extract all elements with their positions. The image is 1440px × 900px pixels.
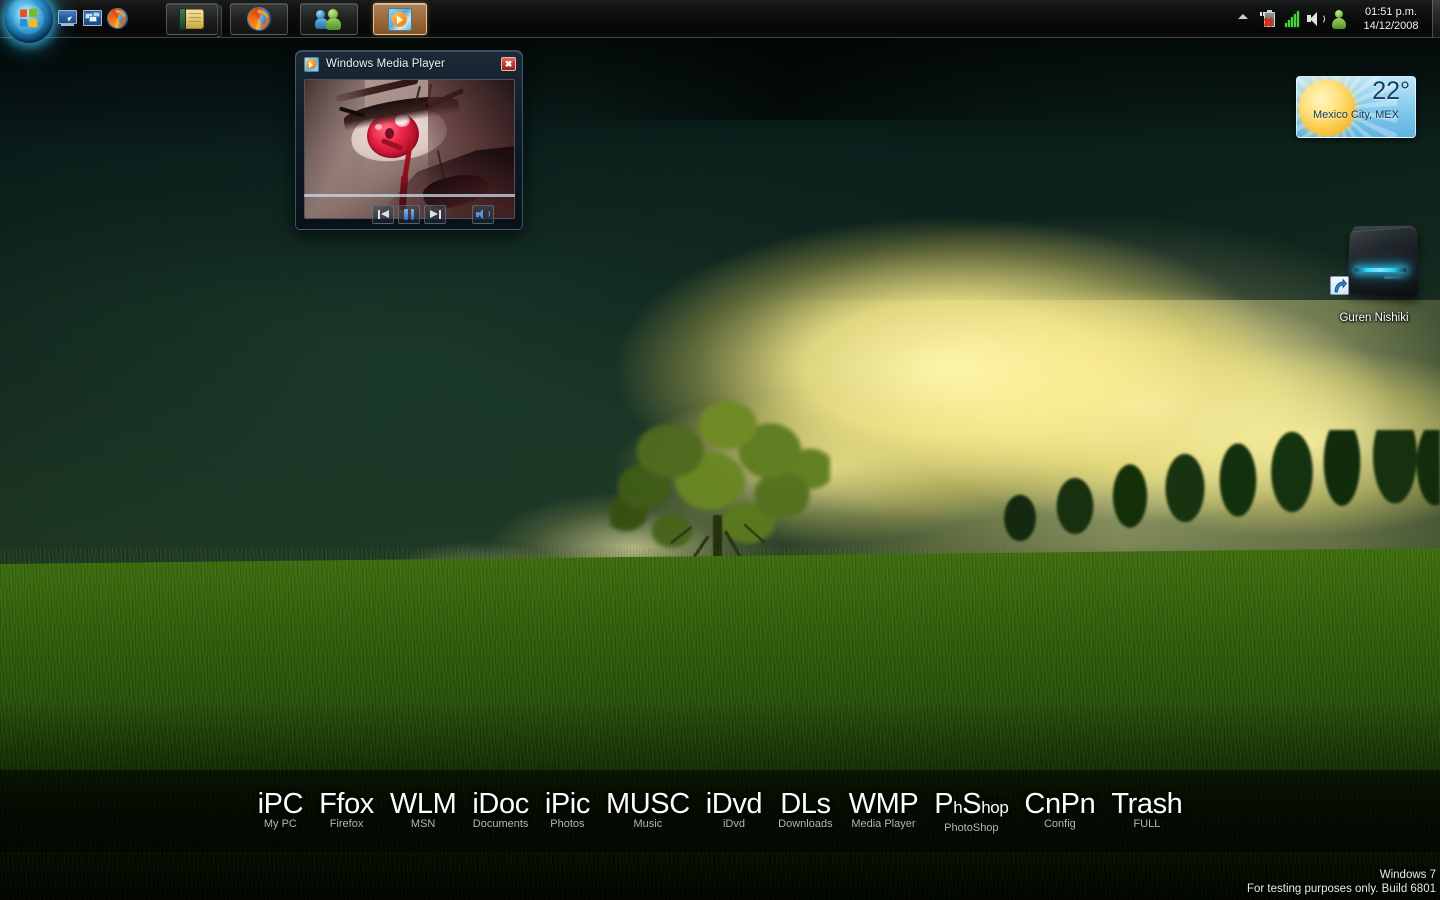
desktop-icon-guren-nishiki[interactable]: Guren Nishiki xyxy=(1326,225,1422,324)
dock-item-title: Trash xyxy=(1111,788,1183,820)
hard-drive-body xyxy=(1346,226,1418,299)
watermark-line-2: For testing purposes only. Build 6801 xyxy=(1246,883,1436,895)
dock-item-title: Ffox xyxy=(319,788,374,820)
dock-item-label: Documents xyxy=(472,818,529,830)
person-icon[interactable] xyxy=(1330,10,1348,29)
dock-item-downloads[interactable]: DLs Downloads xyxy=(770,788,840,831)
close-icon[interactable]: ✖ xyxy=(501,57,516,71)
dock-item-media-player[interactable]: WMP Media Player xyxy=(841,788,927,831)
pause-icon[interactable] xyxy=(398,204,420,224)
dock-title-part: P xyxy=(934,788,954,820)
dock-item-title: WLM xyxy=(389,788,457,820)
desktop-icon-label: Guren Nishiki xyxy=(1339,312,1409,324)
show-desktop-icon[interactable] xyxy=(57,9,78,28)
chevron-up-icon[interactable] xyxy=(1238,14,1248,19)
dock-item-my-pc[interactable]: iPC My PC xyxy=(250,788,312,831)
dock-item-label: Downloads xyxy=(778,818,833,830)
dock-item-trash[interactable]: Trash FULL xyxy=(1103,788,1190,831)
signal-bars-icon[interactable] xyxy=(1284,10,1302,28)
watermark-line-1: Windows 7 xyxy=(1379,869,1436,881)
weather-gadget[interactable]: 22° Mexico City, MEX xyxy=(1296,76,1416,138)
start-button[interactable] xyxy=(5,0,53,43)
dock-item-title: DLs xyxy=(780,788,831,820)
sun-icon xyxy=(1299,80,1355,136)
previous-track-icon[interactable] xyxy=(372,204,394,224)
media-player-icon xyxy=(304,56,319,72)
dock-item-firefox[interactable]: Ffox Firefox xyxy=(311,788,382,831)
dock-item-photoshop[interactable]: PhShop PhotoShop xyxy=(926,788,1016,835)
dock-item-title: MUSC xyxy=(605,788,690,820)
desktop: ✖ 01:51 p.m. 14/12/2008 Windows Media Pl… xyxy=(0,0,1440,900)
window-titlebar[interactable]: Windows Media Player ✖ xyxy=(296,51,522,77)
dock: iPC My PC Ffox Firefox WLM MSN iDoc Docu… xyxy=(0,788,1440,834)
dock-item-config[interactable]: CnPn Config xyxy=(1016,788,1103,831)
taskbar-button-media-player[interactable] xyxy=(373,3,427,35)
show-desktop-button[interactable] xyxy=(1432,0,1440,38)
dock-item-label: Photos xyxy=(550,818,585,830)
video-thumbnail[interactable] xyxy=(304,79,515,219)
dock-title-part: h xyxy=(953,798,963,817)
switch-windows-icon[interactable] xyxy=(82,9,103,28)
weather-temperature: 22° xyxy=(1372,77,1410,105)
dock-item-title: iDvd xyxy=(705,788,763,820)
taskbar-button-messenger[interactable] xyxy=(300,3,358,35)
dock-title-part: S xyxy=(962,788,982,820)
dock-item-idvd[interactable]: iDvd iDvd xyxy=(698,788,770,831)
speaker-icon[interactable] xyxy=(1306,10,1325,28)
dock-item-title: iPic xyxy=(544,788,591,820)
firefox-icon[interactable] xyxy=(105,6,130,31)
messenger-icon xyxy=(315,8,343,30)
clock-date: 14/12/2008 xyxy=(1363,20,1419,32)
dock-item-title: iDoc xyxy=(472,788,529,820)
taskbar: ✖ 01:51 p.m. 14/12/2008 xyxy=(0,0,1440,43)
dock-item-label: My PC xyxy=(263,818,297,830)
dock-item-label: Media Player xyxy=(851,818,916,830)
build-watermark: Windows 7 For testing purposes only. Bui… xyxy=(1247,868,1436,896)
hard-drive-slot xyxy=(1384,276,1404,279)
playback-progress-bar[interactable] xyxy=(304,194,515,197)
dock-item-title: WMP xyxy=(848,788,919,820)
speaker-icon[interactable] xyxy=(472,204,494,224)
taskbar-button-explorer[interactable] xyxy=(166,3,222,37)
clock[interactable]: 01:51 p.m. 14/12/2008 xyxy=(1352,3,1430,35)
firefox-icon xyxy=(246,6,273,33)
taskbar-button-firefox[interactable] xyxy=(230,3,288,35)
playback-controls xyxy=(296,202,522,226)
next-track-icon[interactable] xyxy=(424,204,446,224)
folder-icon xyxy=(179,8,205,30)
dock-item-msn[interactable]: WLM MSN xyxy=(382,788,464,831)
dock-item-title: CnPn xyxy=(1024,788,1096,820)
dock-title-part: hop xyxy=(981,798,1009,817)
hard-drive-led xyxy=(1354,267,1407,273)
dock-item-documents[interactable]: iDoc Documents xyxy=(464,788,536,831)
dock-item-music[interactable]: MUSC Music xyxy=(598,788,698,831)
dock-item-photos[interactable]: iPic Photos xyxy=(537,788,598,831)
clock-time: 01:51 p.m. xyxy=(1365,6,1417,18)
media-player-icon xyxy=(388,7,412,31)
shortcut-overlay-icon xyxy=(1330,276,1349,295)
dock-item-title: PhShop xyxy=(934,788,1009,824)
dock-item-label: PhotoShop xyxy=(944,822,999,834)
wallpaper-treeline xyxy=(980,430,1440,560)
battery-error-icon[interactable]: ✖ xyxy=(1258,10,1278,29)
media-player-window[interactable]: Windows Media Player ✖ xyxy=(295,50,523,230)
windows-orb-icon xyxy=(14,4,44,34)
dock-item-title: iPC xyxy=(257,788,304,820)
window-title: Windows Media Player xyxy=(326,58,445,70)
weather-location: Mexico City, MEX xyxy=(1313,109,1399,121)
